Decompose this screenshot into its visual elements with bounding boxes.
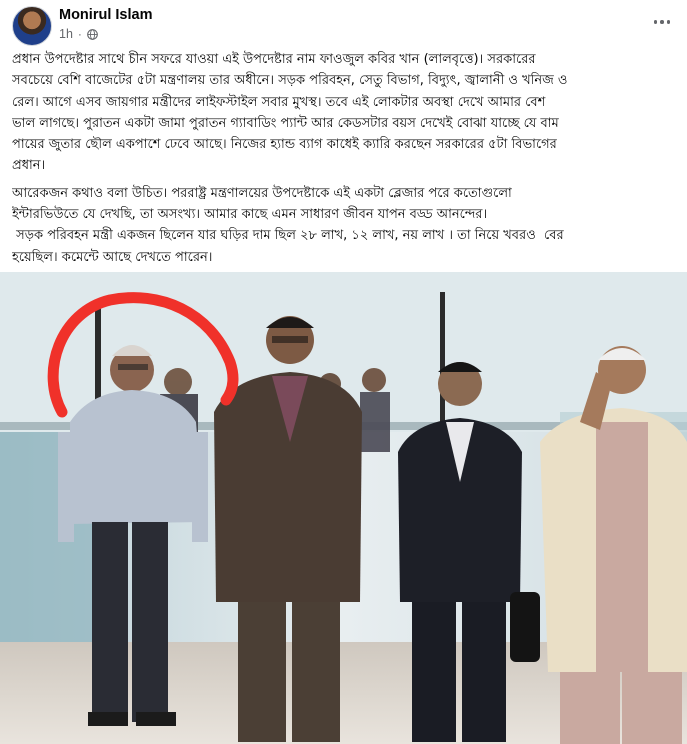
post-text-line: ভাল লাগছে। পুরাতন একটা জামা পুরাতন গ্যাব… (12, 115, 559, 131)
post-text-line: হয়েছিল। কমেন্টে আছে দেখতে পারেন। (12, 249, 213, 265)
globe-icon[interactable] (87, 28, 98, 40)
post-meta: 1h · (59, 27, 98, 41)
more-horizontal-icon[interactable] (647, 10, 677, 34)
post-text: প্রধান উপদেষ্টার সাথে চীন সফরে যাওয়া এই… (12, 49, 680, 268)
post-text-line: প্রধান। (12, 158, 46, 174)
post-text-line: আরেকজন কথাও বলা উচিত। পররাষ্ট্র মন্ত্রণা… (12, 185, 512, 201)
post-text-line: সবচেয়ে বেশি বাজেটের ৫টা মন্ত্রণালয় তার… (12, 73, 568, 89)
author-name[interactable]: Monirul Islam (59, 7, 152, 23)
post-text-line: ইন্টারভিউতে যে দেখছি, তা অসংখ্য। আমার কা… (12, 207, 488, 223)
post-paragraph-2: আরেকজন কথাও বলা উচিত। পররাষ্ট্র মন্ত্রণা… (12, 183, 680, 268)
post-paragraph-1: প্রধান উপদেষ্টার সাথে চীন সফরে যাওয়া এই… (12, 49, 680, 177)
post-time[interactable]: 1h (59, 27, 73, 41)
post-photo-image (0, 272, 687, 744)
meta-separator: · (77, 27, 82, 41)
post-text-line: পায়ের জুতার ছৌল একপাশে ঢেবে আছে। নিজের … (12, 137, 557, 153)
post-text-line: রেল। আগে এসব জায়গার মন্ত্রীদের লাইফস্টা… (12, 94, 546, 110)
post-header: Monirul Islam 1h · (0, 0, 687, 52)
avatar[interactable] (12, 6, 52, 46)
post-text-line: প্রধান উপদেষ্টার সাথে চীন সফরে যাওয়া এই… (12, 52, 536, 67)
post-photo[interactable] (0, 272, 687, 744)
post-text-line: সড়ক পরিবহন মন্ত্রী একজন ছিলেন যার ঘড়ির… (12, 228, 564, 244)
